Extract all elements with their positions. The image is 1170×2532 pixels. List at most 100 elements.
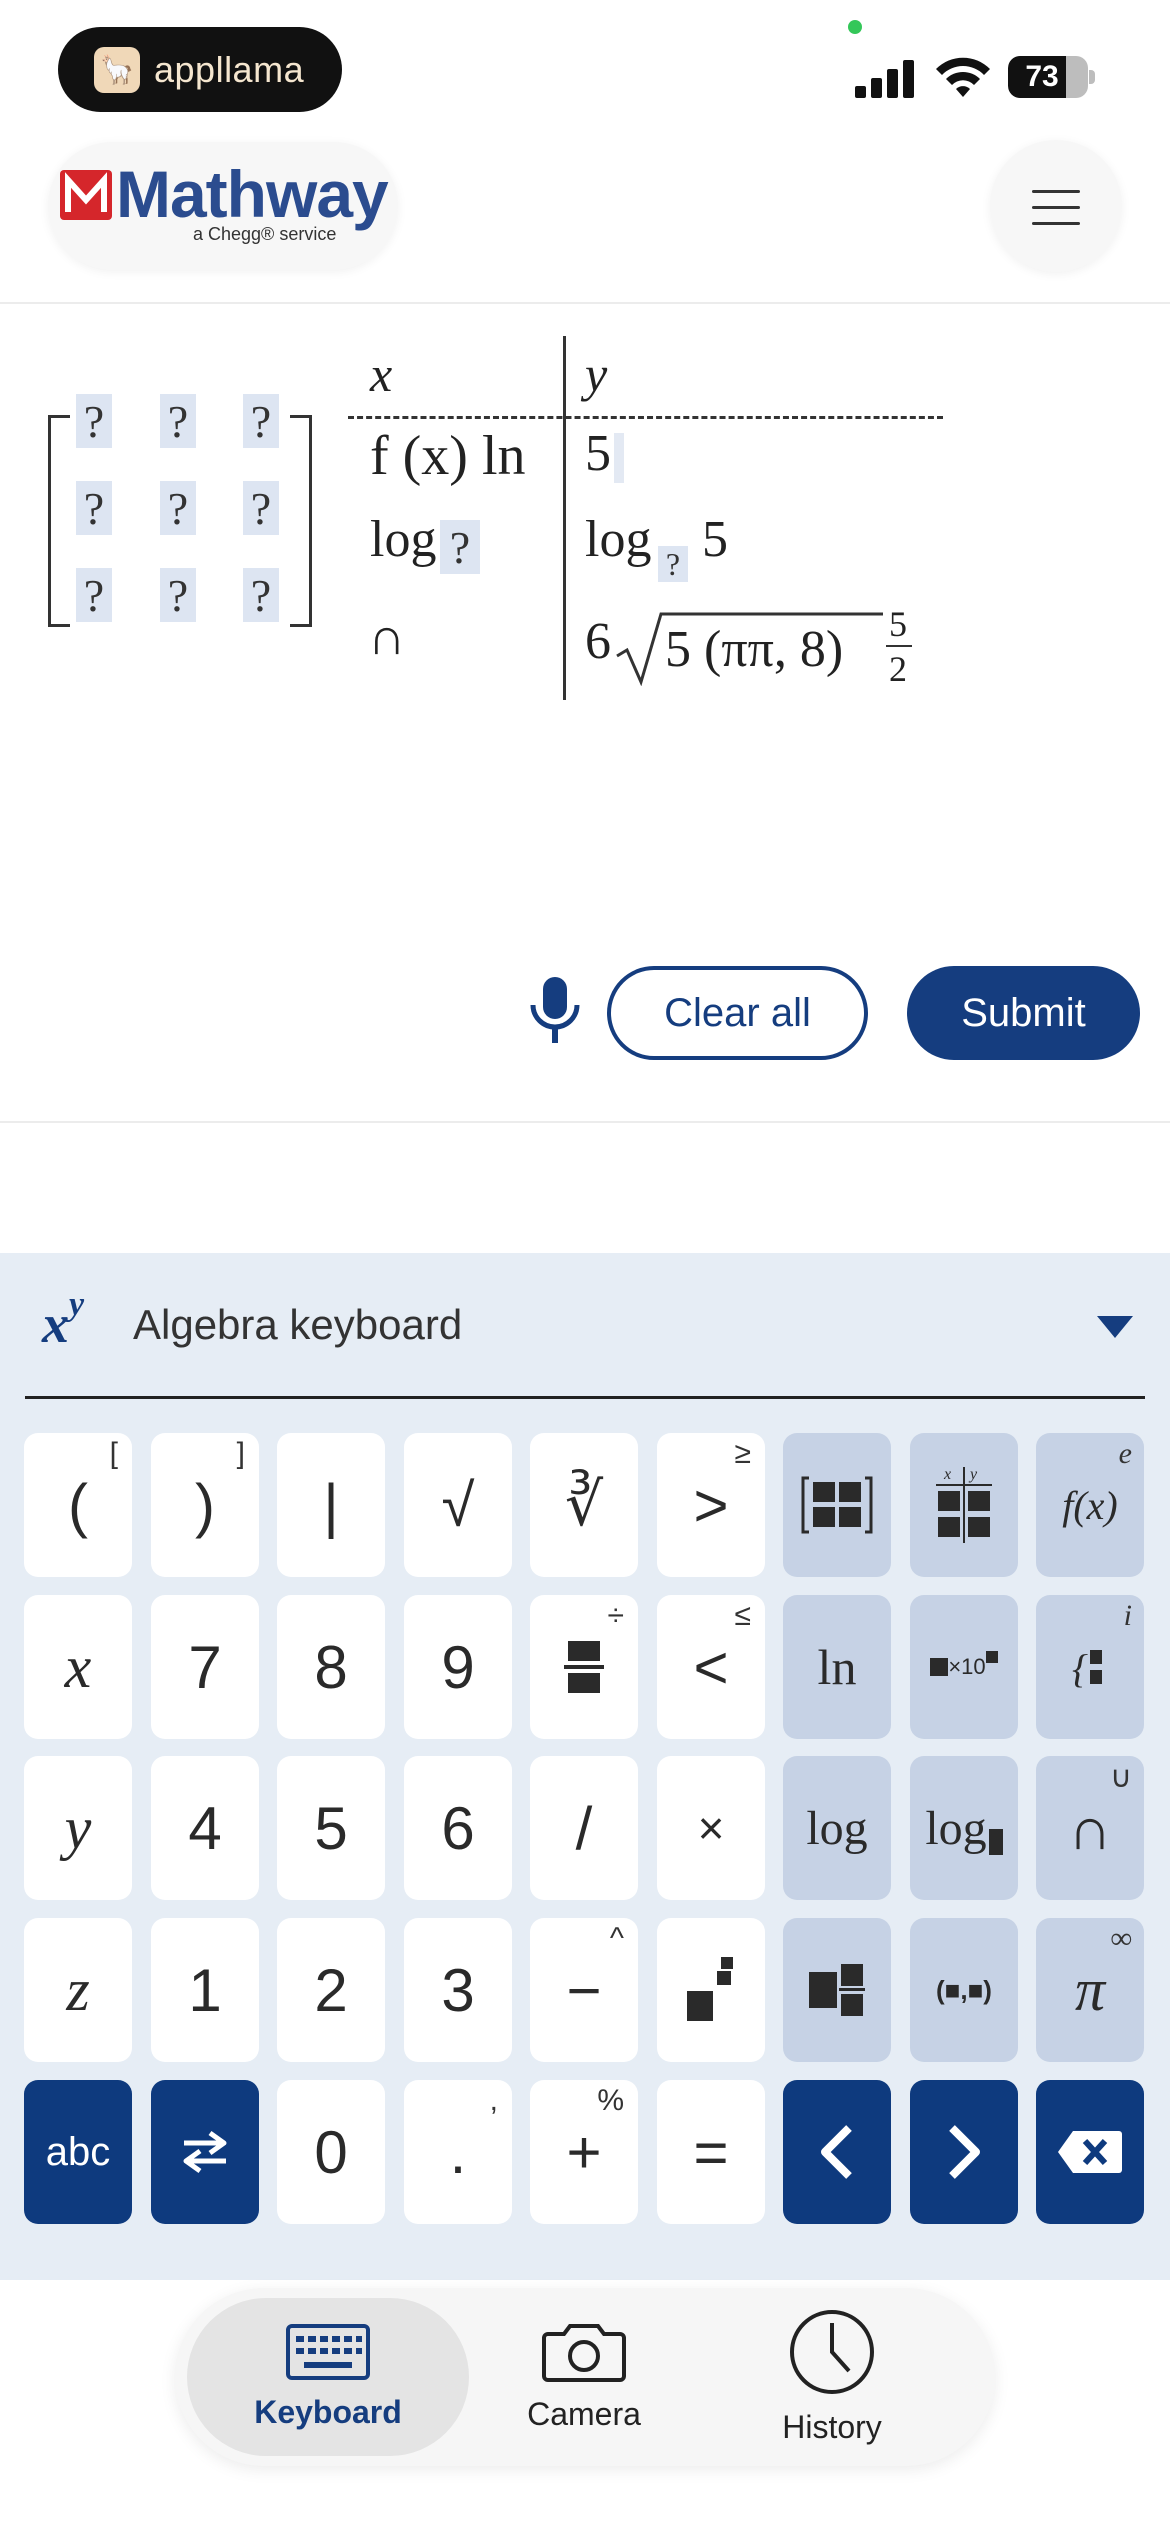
- key-abc[interactable]: abc: [24, 2080, 132, 2224]
- key-log[interactable]: log: [783, 1756, 891, 1900]
- table-icon: x y: [936, 1466, 992, 1543]
- log-base-icon: [988, 1829, 1003, 1855]
- matrix-placeholder[interactable]: ?: [160, 568, 196, 622]
- matrix-placeholder[interactable]: ?: [243, 481, 279, 535]
- key-superscript[interactable]: [657, 1918, 765, 2062]
- app-pill[interactable]: 🦙 appllama: [58, 27, 342, 112]
- key-y[interactable]: y: [24, 1756, 132, 1900]
- microphone-icon[interactable]: [525, 975, 585, 1047]
- key-1[interactable]: 1: [151, 1918, 259, 2062]
- mathway-logo[interactable]: Mathway a Chegg® service: [48, 142, 398, 270]
- key-0[interactable]: 0: [277, 2080, 385, 2224]
- key-multiply[interactable]: ×: [657, 1756, 765, 1900]
- llama-icon: 🦙: [94, 46, 140, 93]
- table-cell-x[interactable]: ∩: [368, 608, 406, 667]
- tab-camera[interactable]: Camera: [473, 2298, 695, 2456]
- keyboard-header-divider: [25, 1396, 1145, 1399]
- svg-text:x: x: [943, 1466, 951, 1483]
- key-close-paren[interactable]: )]: [151, 1433, 259, 1577]
- table-cell-y[interactable]: 5: [585, 424, 611, 483]
- key-plus[interactable]: +%: [530, 2080, 638, 2224]
- key-7[interactable]: 7: [151, 1595, 259, 1739]
- key-greater-than[interactable]: > ≥: [657, 1433, 765, 1577]
- sqrt-radicand[interactable]: 5 (ππ, 8): [665, 620, 843, 679]
- key-intersection[interactable]: ∩ ∪: [1036, 1756, 1144, 1900]
- submit-button[interactable]: Submit: [907, 966, 1140, 1060]
- brand-subtitle: a Chegg® service: [193, 224, 337, 244]
- key-backspace[interactable]: [1036, 2080, 1144, 2224]
- table-cell-x[interactable]: f (x) ln: [370, 424, 526, 488]
- camera-icon: [542, 2323, 626, 2382]
- matrix-placeholder[interactable]: ?: [76, 568, 112, 622]
- matrix-placeholder[interactable]: ?: [76, 481, 112, 535]
- key-z[interactable]: z: [24, 1918, 132, 2062]
- key-cursor-right[interactable]: [910, 2080, 1018, 2224]
- key-function-table[interactable]: x y: [910, 1433, 1018, 1577]
- input-divider: [0, 1121, 1170, 1123]
- key-log-base[interactable]: log: [910, 1756, 1018, 1900]
- key-divide[interactable]: /: [530, 1756, 638, 1900]
- fraction-denominator[interactable]: 2: [889, 648, 907, 690]
- key-piecewise[interactable]: { i: [1036, 1595, 1144, 1739]
- key-equals[interactable]: =: [657, 2080, 765, 2224]
- key-3[interactable]: 3: [404, 1918, 512, 2062]
- key-fraction[interactable]: ÷: [530, 1595, 638, 1739]
- privacy-indicator-dot: [848, 20, 862, 34]
- piecewise-icon: {: [1072, 1646, 1102, 1691]
- chevron-down-icon[interactable]: [1097, 1316, 1133, 1338]
- brand-name: Mathway: [116, 157, 389, 231]
- table-header-divider: [348, 416, 943, 419]
- key-decimal[interactable]: .,: [404, 2080, 512, 2224]
- matrix-placeholder[interactable]: ?: [243, 568, 279, 622]
- key-8[interactable]: 8: [277, 1595, 385, 1739]
- key-less-than[interactable]: < ≤: [657, 1595, 765, 1739]
- key-absolute-value[interactable]: |: [277, 1433, 385, 1577]
- key-minus[interactable]: − ^: [530, 1918, 638, 2062]
- matrix-placeholder[interactable]: ?: [160, 394, 196, 448]
- key-x[interactable]: x: [24, 1595, 132, 1739]
- key-4[interactable]: 4: [151, 1756, 259, 1900]
- key-cursor-left[interactable]: [783, 2080, 891, 2224]
- fraction-numerator[interactable]: 5: [889, 603, 907, 645]
- key-mixed-number[interactable]: [783, 1918, 891, 2062]
- matrix-placeholder[interactable]: ?: [243, 394, 279, 448]
- key-matrix[interactable]: [783, 1433, 891, 1577]
- key-swap[interactable]: [151, 2080, 259, 2224]
- bottom-navigation: Keyboard Camera History: [175, 2288, 995, 2466]
- key-nth-root[interactable]: ∛: [530, 1433, 638, 1577]
- backspace-icon: [1058, 2131, 1122, 2173]
- battery-cap: [1089, 70, 1095, 84]
- key-scientific-notation[interactable]: ×10: [910, 1595, 1018, 1739]
- table-cell-x[interactable]: log: [370, 510, 436, 569]
- key-2[interactable]: 2: [277, 1918, 385, 2062]
- key-ordered-pair[interactable]: (■,■): [910, 1918, 1018, 2062]
- key-open-paren[interactable]: ([: [24, 1433, 132, 1577]
- tab-keyboard[interactable]: Keyboard: [187, 2298, 469, 2456]
- log-base-placeholder[interactable]: ?: [658, 546, 688, 582]
- algebra-keyboard: xy Algebra keyboard ([ )] | √ ∛ > ≥ x y f…: [0, 1253, 1170, 2280]
- clear-all-button[interactable]: Clear all: [607, 966, 868, 1060]
- matrix-right-bracket: [290, 415, 312, 627]
- text-cursor: [614, 433, 624, 483]
- key-function[interactable]: f(x) e: [1036, 1433, 1144, 1577]
- key-ln[interactable]: ln: [783, 1595, 891, 1739]
- key-pi[interactable]: π ∞: [1036, 1918, 1144, 2062]
- tab-history[interactable]: History: [721, 2298, 943, 2456]
- key-5[interactable]: 5: [277, 1756, 385, 1900]
- table-cell-y-coef[interactable]: 6: [585, 612, 611, 671]
- key-6[interactable]: 6: [404, 1756, 512, 1900]
- cellular-signal-icon: [855, 58, 917, 98]
- algebra-keyboard-icon: xy: [42, 1286, 85, 1354]
- key-square-root[interactable]: √: [404, 1433, 512, 1577]
- keyboard-selector[interactable]: xy Algebra keyboard: [0, 1253, 1170, 1398]
- tab-label: Camera: [527, 2395, 641, 2432]
- clock-icon: [790, 2309, 874, 2394]
- key-9[interactable]: 9: [404, 1595, 512, 1739]
- menu-button[interactable]: [990, 140, 1122, 272]
- table-header-y: y: [585, 346, 608, 402]
- table-header-x: x: [370, 346, 393, 402]
- log-placeholder[interactable]: ?: [440, 520, 480, 574]
- matrix-placeholder[interactable]: ?: [160, 481, 196, 535]
- table-cell-y[interactable]: log: [585, 510, 651, 569]
- matrix-placeholder[interactable]: ?: [76, 394, 112, 448]
